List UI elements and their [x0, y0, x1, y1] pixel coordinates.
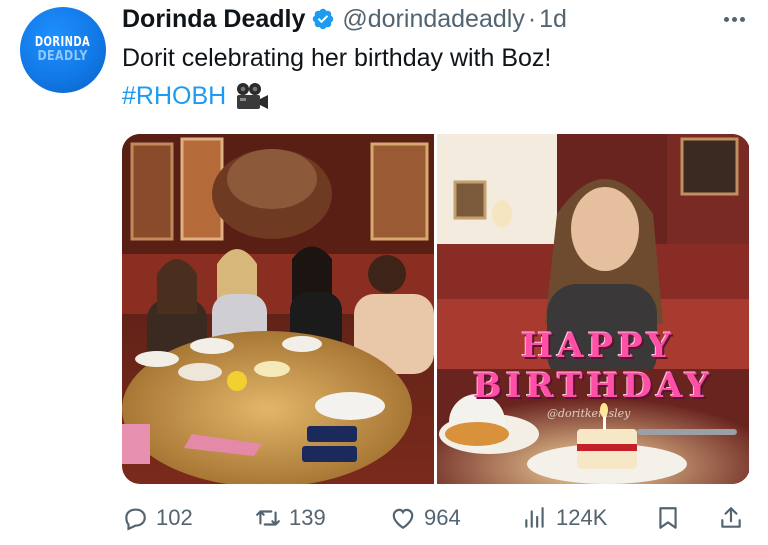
birthday-cake-photo[interactable]: HAPPY BIRTHDAY @doritkemsley — [437, 134, 749, 484]
verified-badge-icon — [313, 8, 334, 30]
avatar[interactable]: DORINDA DEADLY — [20, 7, 106, 93]
tweet-header: Dorinda Deadly @dorindadeadly · 1d — [122, 2, 567, 36]
hashtag-line: #RHOBH — [122, 80, 270, 113]
like-count: 964 — [424, 505, 461, 530]
photo-credit-text: @doritkemsley — [547, 407, 631, 420]
reply-button[interactable]: 102 — [122, 505, 193, 531]
movie-camera-icon — [237, 82, 269, 109]
avatar-line1: DORINDA — [35, 35, 91, 50]
tweet-age[interactable]: 1d — [539, 5, 567, 34]
like-button[interactable]: 964 — [390, 505, 461, 531]
more-options-icon[interactable] — [716, 6, 752, 32]
share-icon — [721, 507, 741, 528]
separator-dot: · — [527, 4, 537, 33]
retweet-icon — [256, 510, 280, 526]
views-button[interactable]: 124K — [522, 505, 607, 531]
tweet-text: Dorit celebrating her birthday with Boz! — [122, 44, 552, 72]
hashtag-link[interactable]: #RHOBH — [122, 80, 226, 113]
analytics-icon — [525, 507, 544, 528]
reply-icon — [125, 508, 146, 531]
birthday-overlay-text: BIRTHDAY — [472, 366, 714, 406]
media-grid[interactable]: HAPPY BIRTHDAY @doritkemsley — [122, 134, 750, 484]
bookmark-icon — [659, 507, 677, 529]
bookmark-button[interactable] — [655, 505, 689, 531]
retweet-count: 139 — [289, 505, 326, 530]
views-count: 124K — [556, 505, 608, 530]
group-dinner-photo[interactable] — [122, 134, 434, 484]
reply-count: 102 — [156, 505, 193, 530]
action-bar: 102 139 964 124K — [122, 498, 750, 538]
happy-overlay-text: HAPPY — [521, 326, 675, 366]
avatar-line2: DEADLY — [37, 49, 89, 64]
author-handle[interactable]: @dorindadeadly — [342, 5, 524, 34]
retweet-button[interactable]: 139 — [255, 505, 326, 531]
heart-icon — [392, 508, 414, 530]
share-button[interactable] — [718, 505, 752, 531]
author-name[interactable]: Dorinda Deadly — [122, 5, 305, 34]
